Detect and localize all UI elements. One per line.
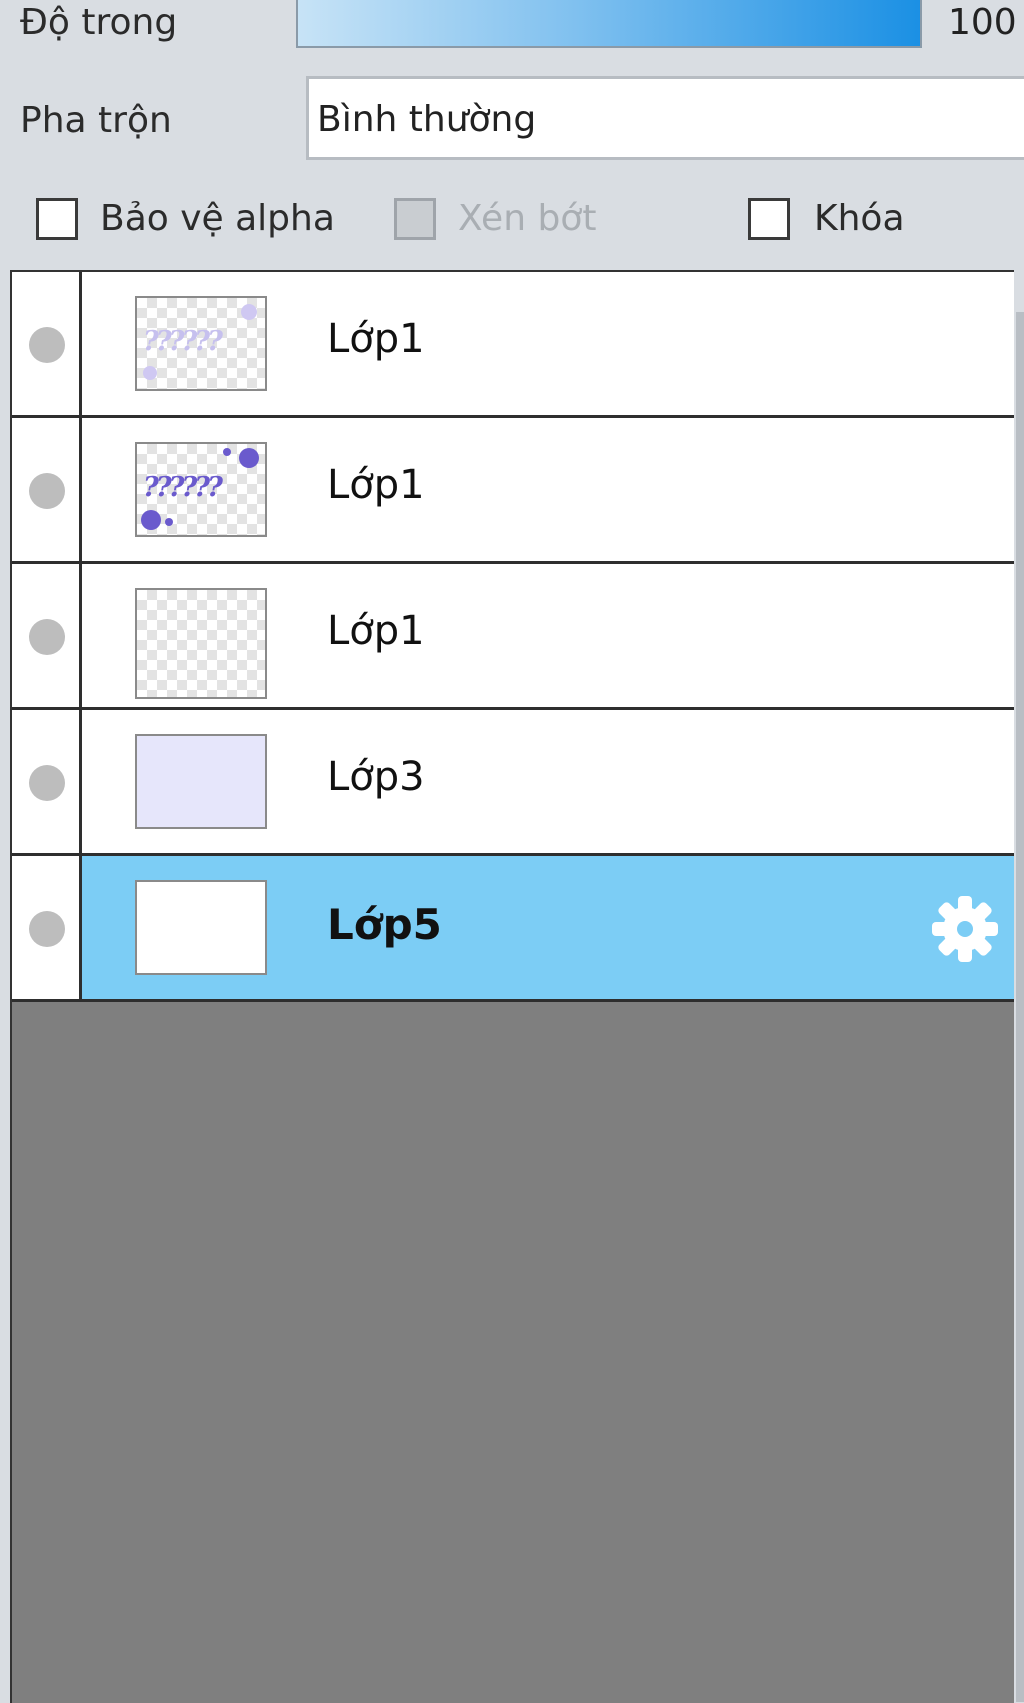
dot-decoration [141,510,161,530]
layer-row[interactable]: ?????? Lớp1 [12,272,1014,418]
layer-list[interactable]: ?????? Lớp1 ?????? Lớp1 Lớp1 Lớp3 Lớp5 [10,270,1014,1703]
layer-thumbnail [135,734,267,829]
layer-thumbnail [135,880,267,975]
dot-decoration [223,448,231,456]
question-marks-pattern: ?????? [143,326,223,357]
question-marks-pattern: ?????? [143,472,223,503]
lock-checkbox[interactable] [748,198,790,240]
gear-icon[interactable] [930,894,1000,964]
visibility-toggle[interactable] [12,564,82,707]
lock-label[interactable]: Khóa [814,198,905,239]
visibility-dot-icon [29,765,65,801]
layer-name[interactable]: Lớp3 [327,754,425,800]
visibility-toggle[interactable] [12,418,82,561]
dot-decoration [143,366,157,380]
clipping-label: Xén bớt [458,198,597,239]
visibility-dot-icon [29,911,65,947]
layer-row[interactable]: ?????? Lớp1 [12,418,1014,564]
visibility-toggle[interactable] [12,710,82,853]
visibility-dot-icon [29,473,65,509]
layer-name[interactable]: Lớp1 [327,316,425,362]
protect-alpha-label[interactable]: Bảo vệ alpha [100,198,335,239]
blend-mode-select[interactable]: Bình thường [306,76,1024,160]
visibility-toggle[interactable] [12,856,82,999]
scrollbar-track[interactable] [1016,312,1024,1702]
layer-name[interactable]: Lớp1 [327,608,425,654]
layer-thumbnail: ?????? [135,296,267,391]
visibility-dot-icon [29,327,65,363]
opacity-label: Độ trong [20,2,178,43]
layer-row[interactable]: Lớp3 [12,710,1014,856]
blend-mode-value: Bình thường [317,99,537,140]
layer-name[interactable]: Lớp5 [327,900,442,949]
clipping-checkbox [394,198,436,240]
blend-mode-label: Pha trộn [20,100,172,141]
visibility-dot-icon [29,619,65,655]
dot-decoration [239,448,259,468]
dot-decoration [165,518,173,526]
layer-thumbnail [135,588,267,699]
opacity-slider-fill [298,0,920,46]
layer-row[interactable]: Lớp1 [12,564,1014,710]
visibility-toggle[interactable] [12,272,82,415]
protect-alpha-checkbox[interactable] [36,198,78,240]
opacity-value[interactable]: 100 [948,2,1017,43]
layer-name[interactable]: Lớp1 [327,462,425,508]
layer-row-selected[interactable]: Lớp5 [12,856,1014,1002]
opacity-slider[interactable] [296,0,922,48]
layer-thumbnail: ?????? [135,442,267,537]
dot-decoration [241,304,257,320]
